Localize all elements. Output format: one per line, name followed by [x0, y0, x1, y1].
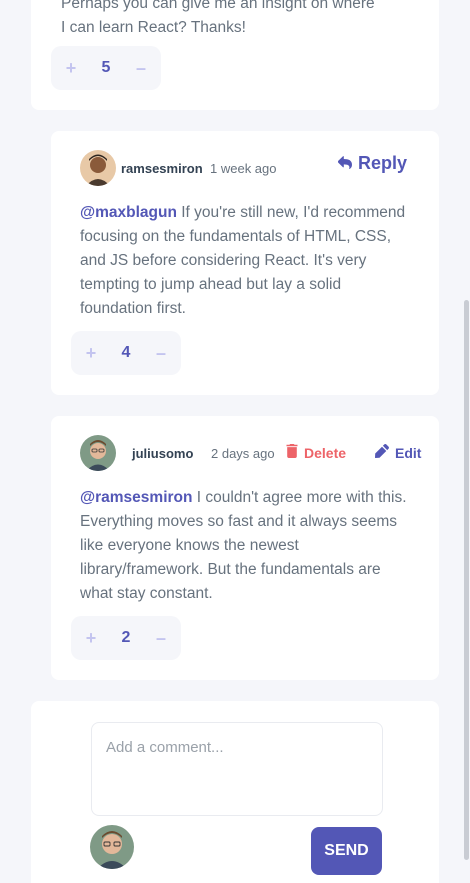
comment-input[interactable] — [91, 722, 383, 816]
scrollbar[interactable] — [464, 300, 469, 860]
send-button[interactable]: SEND — [311, 827, 382, 875]
vote-counter-reply: + 4 – — [71, 331, 181, 375]
downvote-button[interactable]: – — [143, 331, 179, 375]
score-value: 5 — [101, 59, 111, 76]
comment-text-line-2: I can learn React? Thanks! — [61, 19, 246, 36]
edit-button[interactable]: Edit — [375, 444, 421, 461]
downvote-button[interactable]: – — [143, 616, 179, 660]
pencil-icon — [375, 444, 389, 461]
delete-label: Delete — [304, 444, 347, 461]
vote-counter-own: + 2 – — [71, 616, 181, 660]
mention[interactable]: @ramsesmiron — [80, 489, 192, 506]
score-value: 4 — [121, 344, 131, 361]
delete-button[interactable]: Delete — [286, 444, 346, 461]
reply-icon — [337, 153, 352, 174]
avatar-ramsesmiron — [80, 150, 116, 186]
reply-label: Reply — [358, 153, 408, 173]
comment-text-top: Perhaps you can give me an insight on wh… — [61, 0, 431, 40]
upvote-button[interactable]: + — [73, 616, 109, 660]
vote-counter-top: + 5 – — [51, 46, 161, 90]
comment-text-line-1: Perhaps you can give me an insight on wh… — [61, 0, 375, 12]
comment-body: @ramsesmiron I couldn't agree more with … — [80, 486, 410, 606]
comment-author: juliusomo — [132, 446, 194, 461]
avatar-juliusomo — [80, 435, 116, 471]
avatar-current-user — [90, 825, 134, 869]
mention[interactable]: @maxblagun — [80, 204, 177, 221]
comment-author: ramsesmiron — [121, 161, 203, 176]
comment-body: @maxblagun If you're still new, I'd reco… — [80, 201, 410, 321]
downvote-button[interactable]: – — [123, 46, 159, 90]
edit-label: Edit — [395, 444, 422, 461]
upvote-button[interactable]: + — [73, 331, 109, 375]
trash-icon — [286, 444, 298, 461]
comment-time: 1 week ago — [210, 161, 277, 176]
score-value: 2 — [121, 629, 131, 646]
upvote-button[interactable]: + — [53, 46, 89, 90]
reply-button[interactable]: Reply — [337, 153, 408, 174]
comment-time: 2 days ago — [211, 446, 275, 461]
